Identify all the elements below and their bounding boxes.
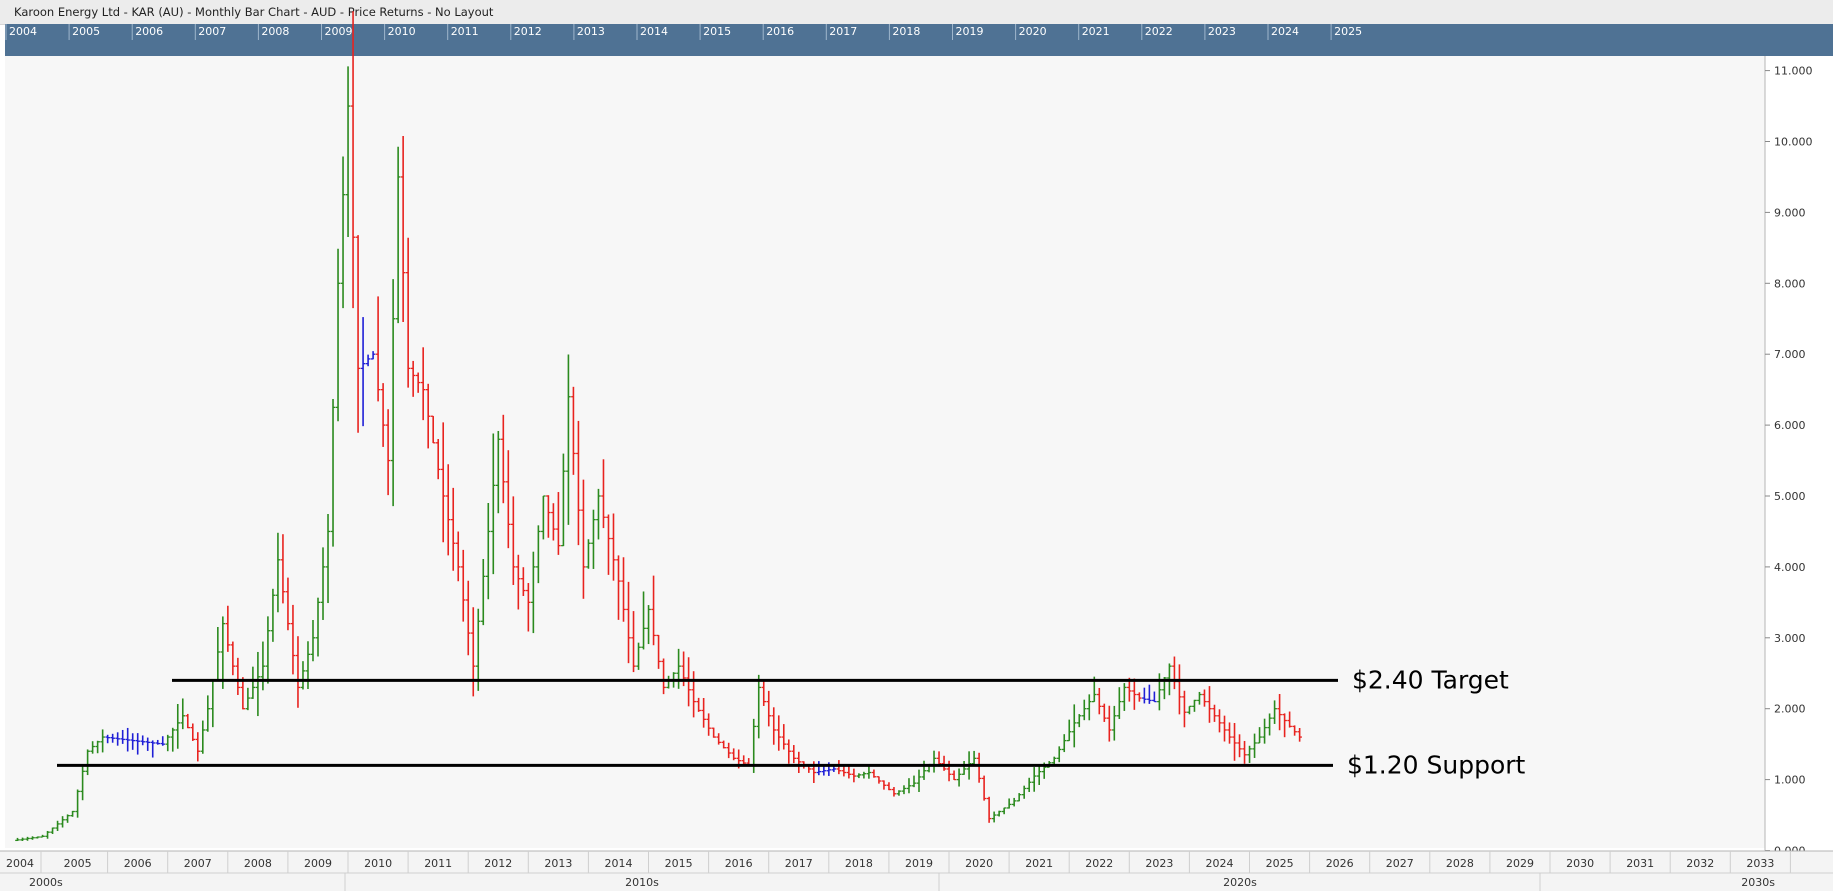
navigator-year-label: 2018 (892, 25, 920, 38)
price-tick-label: 5.000 (1774, 490, 1806, 503)
price-tick-label: 10.000 (1774, 136, 1813, 149)
year-tick-label: 2029 (1506, 857, 1534, 870)
year-tick-label: 2033 (1746, 857, 1774, 870)
navigator-year-label: 2007 (198, 25, 226, 38)
year-tick-label: 2020 (965, 857, 993, 870)
year-tick-label: 2031 (1626, 857, 1654, 870)
price-tick-label: 7.000 (1774, 348, 1806, 361)
decade-label: 2010s (625, 876, 659, 889)
year-tick-label: 2015 (665, 857, 693, 870)
navigator-year-label: 2009 (325, 25, 353, 38)
year-tick-label: 2004 (6, 857, 34, 870)
navigator-year-label: 2021 (1082, 25, 1110, 38)
price-tick-label: 6.000 (1774, 419, 1806, 432)
navigator-year-label: 2005 (72, 25, 100, 38)
year-tick-label: 2032 (1686, 857, 1714, 870)
navigator-year-label: 2025 (1334, 25, 1362, 38)
navigator-layer: 2004 2005 2006 2007 2008 2009 2010 2011 2012 2013… (5, 24, 1362, 40)
navigator-year-label: 2023 (1208, 25, 1236, 38)
navigator-year-label: 2022 (1145, 25, 1173, 38)
decade-label: 2020s (1223, 876, 1257, 889)
navigator-year-label: 2017 (829, 25, 857, 38)
year-tick-label: 2018 (845, 857, 873, 870)
year-tick-label: 2030 (1566, 857, 1594, 870)
price-tick-label: 8.000 (1774, 277, 1806, 290)
year-tick-label: 2026 (1326, 857, 1354, 870)
decade-label: 2000s (29, 876, 63, 889)
price-tick-label: 3.000 (1774, 632, 1806, 645)
annotation-label: $2.40 Target (1352, 665, 1509, 694)
year-tick-label: 2019 (905, 857, 933, 870)
navigator-year-label: 2024 (1271, 25, 1299, 38)
price-axis: 11.000 10.000 9.000 8.000 7.000 6.000 5.000 4.0… (1764, 56, 1813, 858)
navigator-year-label: 2014 (640, 25, 668, 38)
year-tick-label: 2011 (424, 857, 452, 870)
navigator-year-label: 2019 (956, 25, 984, 38)
price-tick-label: 2.000 (1774, 703, 1806, 716)
year-tick-label: 2014 (605, 857, 633, 870)
navigator-year-label: 2011 (451, 25, 479, 38)
year-tick-label: 2012 (484, 857, 512, 870)
year-tick-label: 2022 (1085, 857, 1113, 870)
year-tick-label: 2017 (785, 857, 813, 870)
year-tick-label: 2007 (184, 857, 212, 870)
year-tick-label: 2009 (304, 857, 332, 870)
year-tick-label: 2028 (1446, 857, 1474, 870)
price-chart[interactable]: 2004 2005 2006 2007 2008 2009 2010 2011 2012 2013… (0, 0, 1833, 891)
year-tick-label: 2016 (725, 857, 753, 870)
price-tick-label: 1.000 (1774, 774, 1806, 787)
decade-label: 2030s (1741, 876, 1775, 889)
price-tick-label: 4.000 (1774, 561, 1806, 574)
navigator-year-label: 2004 (9, 25, 37, 38)
navigator-year-label: 2006 (135, 25, 163, 38)
navigator-year-label: 2010 (388, 25, 416, 38)
year-tick-label: 2006 (124, 857, 152, 870)
year-tick-label: 2023 (1145, 857, 1173, 870)
navigator-year-label: 2020 (1019, 25, 1047, 38)
annotation-label: $1.20 Support (1347, 750, 1526, 779)
price-tick-label: 9.000 (1774, 206, 1806, 219)
time-axis: 2004 2005 2006 2007 2008 2009 2010 2011 2012 2013… (0, 850, 1833, 891)
price-tick-label: 11.000 (1774, 65, 1813, 78)
year-tick-label: 2021 (1025, 857, 1053, 870)
year-tick-label: 2008 (244, 857, 272, 870)
navigator-year-label: 2016 (766, 25, 794, 38)
plot-area (5, 56, 1765, 848)
year-tick-label: 2025 (1266, 857, 1294, 870)
year-tick-label: 2013 (544, 857, 572, 870)
year-tick-label: 2027 (1386, 857, 1414, 870)
navigator-year-label: 2015 (703, 25, 731, 38)
year-tick-label: 2005 (64, 857, 92, 870)
navigator-year-label: 2012 (514, 25, 542, 38)
navigator-year-label: 2013 (577, 25, 605, 38)
year-tick-label: 2024 (1206, 857, 1234, 870)
year-tick-label: 2010 (364, 857, 392, 870)
navigator-year-label: 2008 (261, 25, 289, 38)
